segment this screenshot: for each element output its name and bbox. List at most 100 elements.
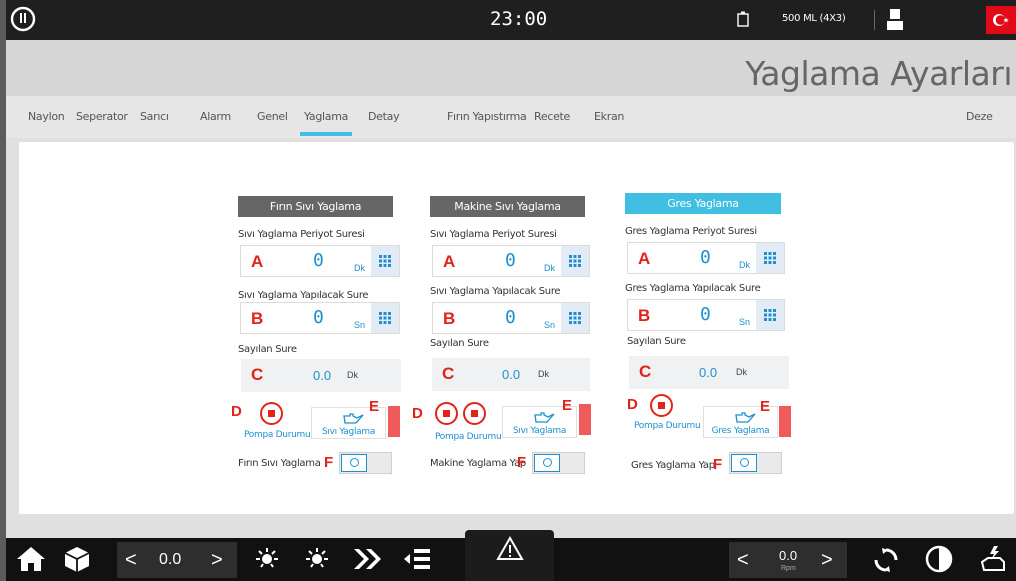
power-timer-icon[interactable] (8, 4, 38, 34)
menu-list-icon[interactable] (402, 546, 432, 572)
duration-label: Gres Yaglama Yapılacak Sure (625, 283, 761, 294)
duration-input[interactable]: B 0 Sn (432, 302, 590, 334)
speed-value: 0.0 (159, 551, 182, 568)
tab-detay[interactable]: Detay (368, 110, 400, 123)
tab-firin-yapistirma[interactable]: Fırın Yapıstırma (447, 110, 527, 123)
oil-can-icon (343, 413, 364, 424)
decrease-button[interactable]: < (125, 549, 137, 572)
keypad-button[interactable] (371, 303, 399, 333)
pump-status-label: Pompa Durumu (435, 432, 502, 442)
keypad-icon (764, 252, 776, 264)
duration-unit: Sn (354, 320, 366, 330)
tab-bar: Naylon Seperator Sarıcı Alarm Genel Yagl… (6, 96, 1016, 138)
duration-input[interactable]: B 0 Sn (240, 302, 400, 334)
pump-stop-button[interactable] (463, 402, 486, 425)
period-value: 0 (313, 250, 324, 271)
toggle-label: Gres Yaglama Yap (631, 460, 715, 471)
oil-can-icon (534, 412, 555, 423)
counted-value: 0.0 (699, 365, 718, 380)
warning-icon (496, 536, 524, 560)
counted-label: Sayılan Sure (238, 344, 297, 355)
column-title: Fırın Sıvı Yaglama (238, 196, 393, 217)
marker-letter: D (627, 396, 638, 413)
tab-recete[interactable]: Recete (534, 110, 570, 123)
counted-display: C 0.0 Dk (432, 358, 590, 391)
counted-unit: Dk (736, 367, 747, 377)
counted-value: 0.0 (313, 368, 332, 383)
period-label: Sıvı Yaglama Periyot Suresi (238, 229, 365, 240)
tab-seperator[interactable]: Seperator (76, 110, 128, 123)
electric-hand-icon[interactable] (978, 544, 1008, 574)
increase-button[interactable]: > (211, 549, 223, 572)
counted-value: 0.0 (502, 367, 521, 382)
light-alt-icon[interactable] (304, 546, 330, 572)
marker-letter: A (443, 252, 456, 271)
oil-status-indicator (579, 404, 591, 435)
home-icon[interactable] (14, 544, 48, 574)
decrease-button[interactable]: < (737, 549, 749, 572)
period-value: 0 (700, 247, 711, 268)
keypad-button[interactable] (756, 243, 784, 273)
oiling-toggle[interactable] (532, 452, 585, 474)
oil-label: Sıvı Yaglama (321, 427, 376, 437)
oiling-toggle[interactable] (339, 452, 392, 474)
tab-deze[interactable]: Deze (966, 110, 993, 123)
package-icon[interactable] (60, 544, 94, 574)
marker-letter: E (760, 398, 771, 415)
column-title: Gres Yaglama (625, 193, 781, 214)
marker-letter: D (231, 403, 242, 420)
bottle-icon (737, 11, 749, 27)
top-bar: 23:00 500 ML (4X3) (6, 0, 1016, 40)
pump-stop-button[interactable] (435, 402, 458, 425)
increase-button[interactable]: > (821, 549, 833, 572)
tab-genel[interactable]: Genel (257, 110, 288, 123)
pump-status-label: Pompa Durumu (244, 430, 311, 440)
marker-letter: F (324, 454, 334, 471)
period-input[interactable]: A 0 Dk (432, 245, 590, 277)
language-flag-icon[interactable] (986, 6, 1016, 34)
light-icon[interactable] (254, 546, 280, 572)
tab-yaglama[interactable]: Yaglama (299, 110, 353, 136)
marker-letter: B (443, 309, 456, 328)
keypad-icon (569, 255, 581, 267)
page-title: Yaglama Ayarları (745, 54, 1012, 93)
alarm-button[interactable] (465, 530, 554, 581)
speed-control: < 0.0 > (117, 542, 237, 578)
keypad-icon (379, 312, 391, 324)
fast-forward-icon[interactable] (350, 546, 386, 572)
duration-value: 0 (700, 304, 711, 325)
contrast-icon[interactable] (924, 544, 954, 574)
tab-ekran[interactable]: Ekran (594, 110, 624, 123)
keypad-button[interactable] (756, 300, 784, 330)
period-input[interactable]: A 0 Dk (240, 245, 400, 277)
duration-unit: Sn (739, 317, 751, 327)
period-input[interactable]: A 0 Dk (627, 242, 785, 274)
oiling-toggle[interactable] (729, 452, 782, 474)
counted-unit: Dk (347, 370, 358, 380)
rpm-value: 0.0 (779, 548, 798, 563)
separator (874, 10, 875, 30)
marker-letter: B (638, 306, 651, 325)
pump-stop-button[interactable] (650, 394, 673, 417)
period-label: Gres Yaglama Periyot Suresi (625, 226, 757, 237)
counted-unit: Dk (538, 369, 549, 379)
marker-letter: C (442, 364, 455, 383)
keypad-button[interactable] (371, 246, 399, 276)
marker-letter: F (517, 454, 527, 471)
tab-naylon[interactable]: Naylon (28, 110, 65, 123)
tab-sarici[interactable]: Sarıcı (140, 110, 169, 123)
keypad-icon (764, 309, 776, 321)
keypad-button[interactable] (561, 246, 589, 276)
period-unit: Dk (354, 263, 365, 273)
duration-input[interactable]: B 0 Sn (627, 299, 785, 331)
user-icon[interactable] (886, 8, 904, 30)
marker-letter: C (251, 365, 264, 384)
tab-alarm[interactable]: Alarm (200, 110, 231, 123)
oil-can-icon (735, 412, 756, 423)
keypad-button[interactable] (561, 303, 589, 333)
oil-status-indicator (779, 406, 791, 437)
pump-status-label: Pompa Durumu (634, 421, 701, 431)
pump-stop-button[interactable] (260, 402, 283, 425)
rotate-icon[interactable] (872, 546, 900, 574)
marker-letter: A (251, 252, 264, 271)
